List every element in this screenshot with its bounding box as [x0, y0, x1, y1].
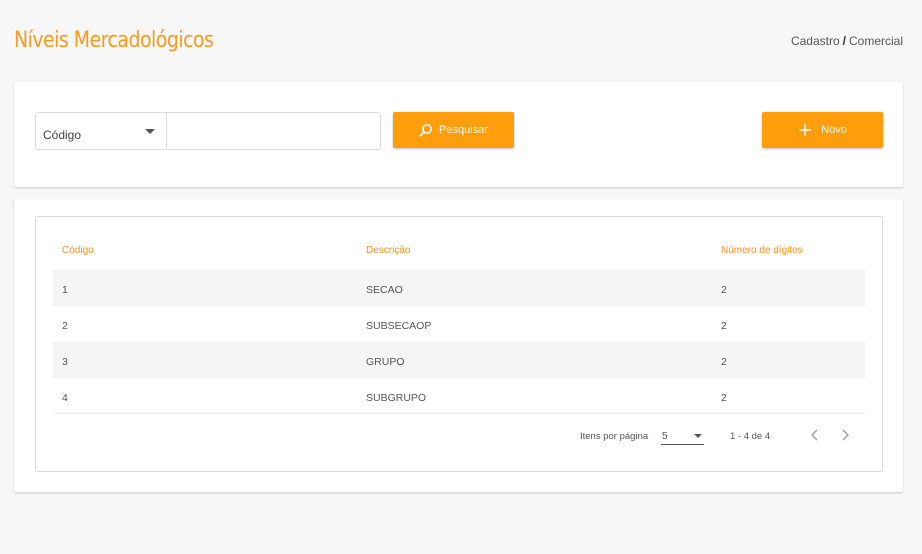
cell-digits: 2: [721, 392, 727, 404]
table-row[interactable]: 4 SUBGRUPO 2: [53, 378, 865, 414]
cell-description: GRUPO: [366, 356, 405, 368]
cell-description: SECAO: [366, 284, 403, 296]
column-header-digits[interactable]: Número de dígitos: [721, 245, 803, 256]
next-page-button[interactable]: [839, 428, 851, 447]
items-per-page-label: Itens por página: [580, 431, 649, 442]
table-divider: [53, 413, 865, 414]
page-title: Níveis Mercadológicos: [14, 28, 214, 53]
search-field-value: Código: [43, 128, 82, 142]
new-button[interactable]: Novo: [762, 112, 883, 148]
items-per-page-select[interactable]: 5: [661, 431, 704, 445]
breadcrumb-separator: /: [842, 34, 846, 48]
cell-code: 3: [62, 356, 68, 368]
search-panel: Código Pesquisar Novo: [14, 82, 903, 187]
pagination-range: 1 - 4 de 4: [730, 431, 771, 442]
cell-description: SUBSECAOP: [366, 320, 432, 332]
search-field-select[interactable]: Código: [35, 112, 166, 150]
new-button-label: Novo: [821, 124, 847, 136]
search-button-label: Pesquisar: [439, 124, 488, 136]
chevron-down-icon: [145, 129, 155, 134]
table-row[interactable]: 2 SUBSECAOP 2: [53, 306, 865, 342]
previous-page-button[interactable]: [809, 428, 821, 447]
chevron-right-icon: [842, 429, 850, 441]
cell-code: 2: [62, 320, 68, 332]
plus-icon: [798, 123, 812, 137]
table-row[interactable]: 3 GRUPO 2: [53, 342, 865, 378]
cell-description: SUBGRUPO: [366, 392, 427, 404]
search-button[interactable]: Pesquisar: [393, 112, 514, 148]
cell-digits: 2: [721, 284, 727, 296]
breadcrumb-parent[interactable]: Cadastro: [791, 34, 840, 48]
column-header-description[interactable]: Descrição: [366, 245, 410, 256]
table-row[interactable]: 1 SECAO 2: [53, 270, 865, 306]
cell-digits: 2: [721, 356, 727, 368]
cell-digits: 2: [721, 320, 727, 332]
results-table: Código Descrição Número de dígitos 1 SEC…: [35, 216, 883, 472]
breadcrumb-current: Comercial: [848, 34, 903, 48]
results-panel: Código Descrição Número de dígitos 1 SEC…: [14, 199, 903, 492]
search-input[interactable]: [166, 112, 381, 150]
items-per-page-value: 5: [662, 431, 668, 442]
breadcrumb: Cadastro / Comercial: [791, 34, 903, 48]
column-header-code[interactable]: Código: [62, 245, 94, 256]
chevron-left-icon: [810, 429, 818, 441]
cell-code: 1: [62, 284, 68, 296]
chevron-down-icon: [694, 434, 702, 438]
cell-code: 4: [62, 392, 68, 404]
search-icon: [419, 123, 433, 137]
